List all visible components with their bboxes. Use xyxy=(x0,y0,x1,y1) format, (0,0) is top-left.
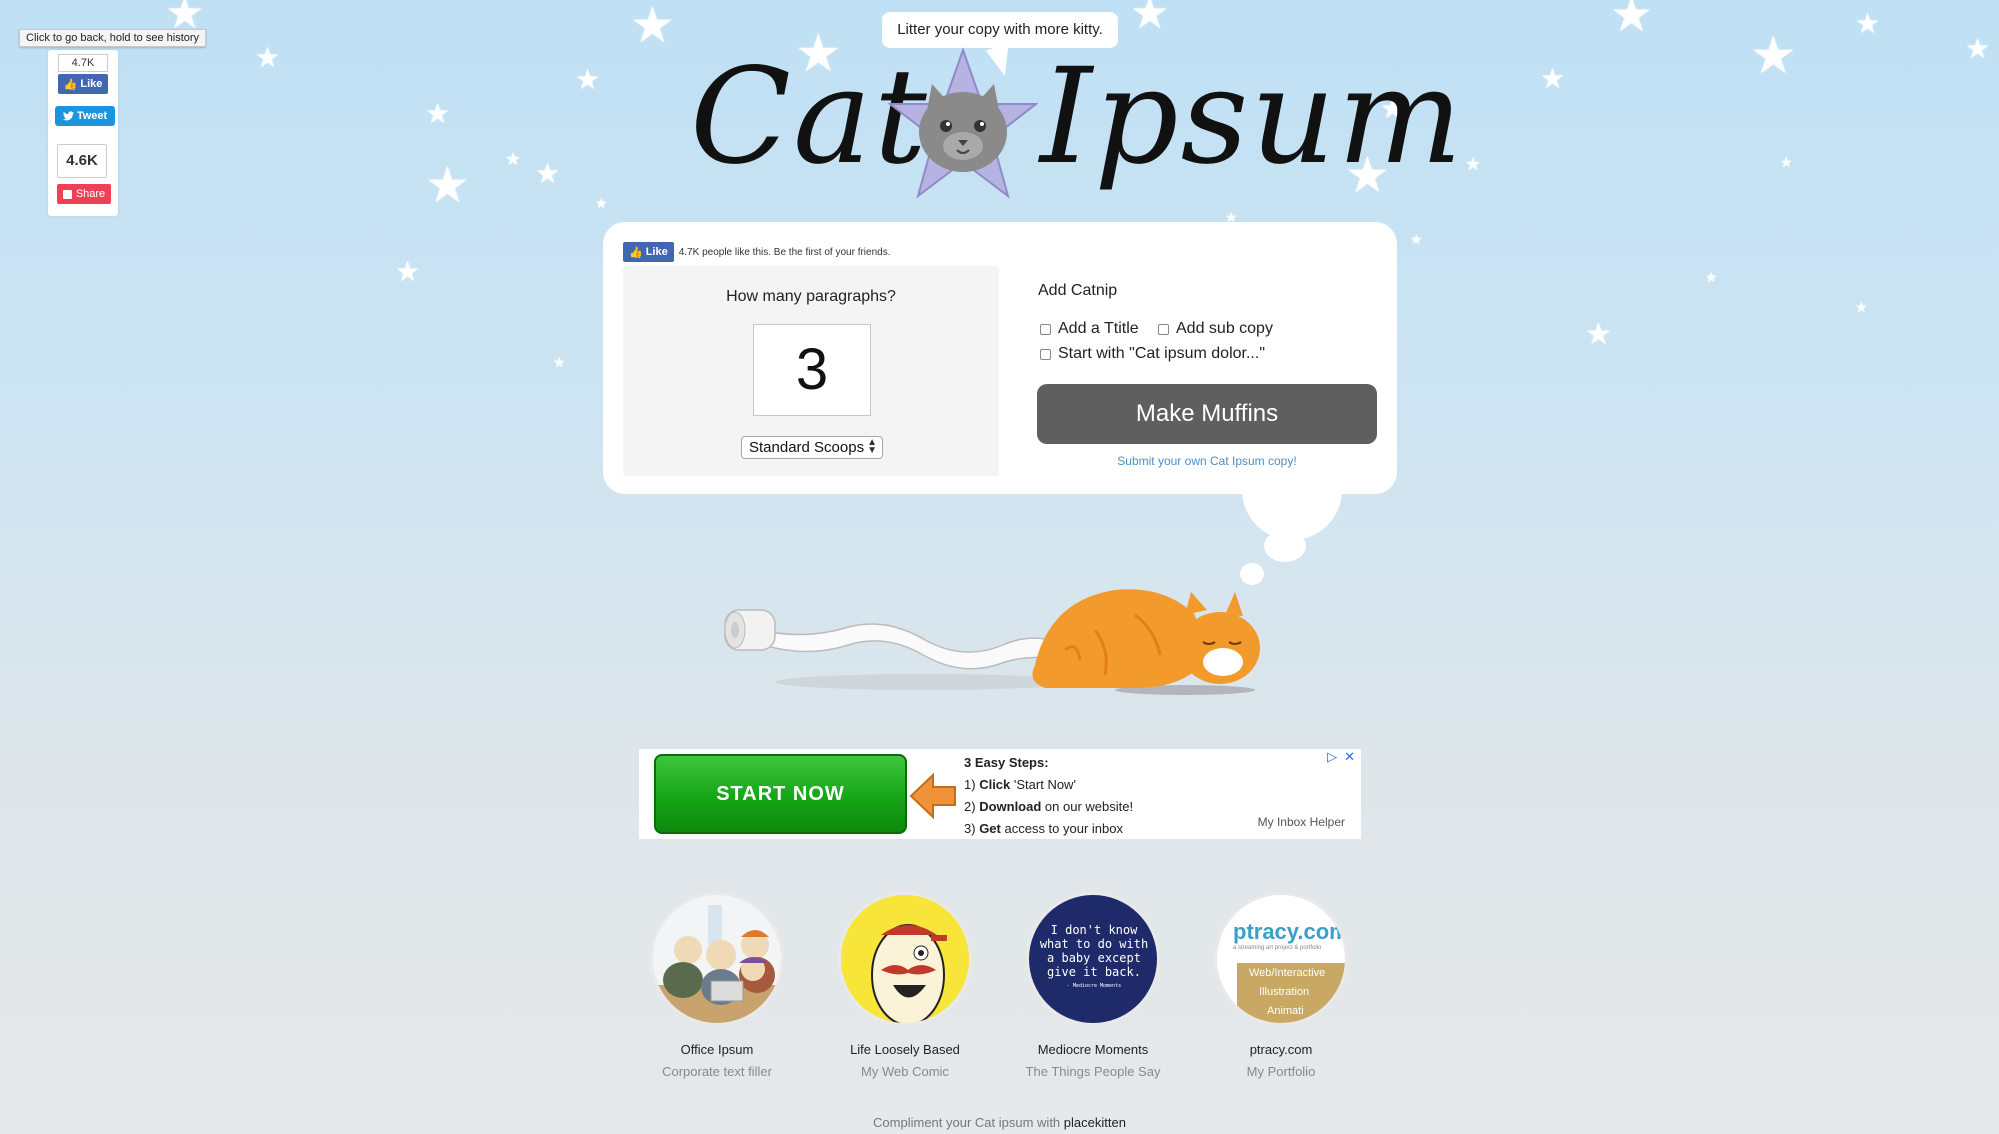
make-muffins-button[interactable]: Make Muffins xyxy=(1037,384,1377,444)
facebook-like-button[interactable]: 👍 Like xyxy=(58,74,108,94)
ad-step-1: 1) Click 'Start Now' xyxy=(964,777,1076,792)
ptracy-logo-text: ptracy.com xyxy=(1233,919,1348,944)
mediocre-moments-subtitle: The Things People Say xyxy=(1025,1064,1161,1079)
logo-text-ipsum: Ipsum xyxy=(1040,40,1465,194)
thought-bubble-large xyxy=(1242,470,1342,540)
office-ipsum-subtitle: Corporate text filler xyxy=(662,1064,772,1079)
footer: Compliment your Cat ipsum with placekitt… xyxy=(0,1115,1999,1130)
ad-step-3: 3) Get access to your inbox xyxy=(964,821,1123,836)
share-count: 4.6K xyxy=(57,144,107,178)
office-workers-image xyxy=(653,895,781,1023)
thought-bubble-medium xyxy=(1264,530,1306,562)
add-title-checkbox[interactable] xyxy=(1040,323,1051,335)
option-add-title[interactable]: Add a Ttitle xyxy=(1040,320,1139,338)
life-loosely-based-thumbnail[interactable] xyxy=(838,892,972,1026)
tweet-label: Tweet xyxy=(76,110,108,122)
facebook-like-button-small[interactable]: 👍 Like xyxy=(623,242,674,262)
scoop-size-select[interactable]: Standard Scoops ▲ ▼ xyxy=(741,436,883,459)
comic-character-image xyxy=(841,895,969,1023)
facebook-like-widget: 👍 Like 4.7K people like this. Be the fir… xyxy=(623,242,891,262)
cat-star-logo-icon xyxy=(888,46,1038,199)
ptracy-title[interactable]: ptracy.com xyxy=(1186,1042,1376,1057)
paragraph-options-panel: How many paragraphs? 3 Standard Scoops ▲… xyxy=(623,266,999,476)
add-subcopy-label: Add sub copy xyxy=(1176,320,1273,337)
mediocre-moments-quote: I don't know what to do with a baby exce… xyxy=(1039,923,1149,989)
life-loosely-based-title[interactable]: Life Loosely Based xyxy=(810,1042,1000,1057)
thumbs-up-icon: 👍 xyxy=(629,246,643,259)
ad-start-now-button[interactable]: START NOW xyxy=(654,754,907,834)
submit-copy-link[interactable]: Submit your own Cat Ipsum copy! xyxy=(1037,454,1377,468)
ad-steps-heading: 3 Easy Steps: xyxy=(964,755,1049,770)
ptracy-tagline: a streaming art project & portfolio xyxy=(1233,945,1322,951)
facebook-like-count: 4.7K xyxy=(58,54,108,72)
option-start-with[interactable]: Start with "Cat ipsum dolor..." xyxy=(1040,345,1265,363)
sleeping-cat-illustration xyxy=(724,589,1260,695)
start-with-checkbox[interactable] xyxy=(1040,348,1051,360)
facebook-like-label: Like xyxy=(645,246,668,258)
paragraph-count-input[interactable]: 3 xyxy=(753,324,871,416)
facebook-like-label: Like xyxy=(80,78,103,90)
ptracy-portfolio-thumbnail[interactable]: ptracy.com a streaming art project & por… xyxy=(1214,892,1348,1026)
ptracy-service-2: Illustration xyxy=(1259,986,1310,998)
footer-text: Compliment your Cat ipsum with xyxy=(873,1115,1061,1130)
ad-choices-icon[interactable]: ▷ xyxy=(1327,749,1337,765)
ptracy-service-3: Animati xyxy=(1267,1005,1304,1017)
placekitten-link[interactable]: placekitten xyxy=(1064,1115,1126,1130)
select-arrows-icon: ▲ ▼ xyxy=(867,437,877,456)
office-ipsum-thumbnail[interactable] xyxy=(650,892,784,1026)
ad-brand-name: My Inbox Helper xyxy=(1257,815,1345,829)
ptracy-service-1: Web/Interactive xyxy=(1249,967,1326,979)
thumbs-up-icon: 👍 xyxy=(63,78,78,91)
add-title-label: Add a Ttitle xyxy=(1058,320,1139,337)
advertisement-banner[interactable]: START NOW 3 Easy Steps: 1) Click 'Start … xyxy=(639,749,1361,839)
office-ipsum-title[interactable]: Office Ipsum xyxy=(622,1042,812,1057)
twitter-bird-icon xyxy=(62,111,74,121)
scoop-size-value: Standard Scoops xyxy=(749,439,865,456)
life-loosely-based-subtitle: My Web Comic xyxy=(861,1064,949,1079)
add-catnip-heading: Add Catnip xyxy=(1038,282,1118,299)
generator-card: 👍 Like 4.7K people like this. Be the fir… xyxy=(603,222,1397,494)
share-icon xyxy=(62,189,72,199)
mediocre-moments-title[interactable]: Mediocre Moments xyxy=(998,1042,1188,1057)
ad-step-2: 2) Download on our website! xyxy=(964,799,1134,814)
ad-choices[interactable]: ▷ ✕ xyxy=(1327,749,1355,765)
add-subcopy-checkbox[interactable] xyxy=(1158,323,1169,335)
share-label: Share xyxy=(75,188,106,200)
tweet-button[interactable]: Tweet xyxy=(55,106,115,126)
option-add-subcopy[interactable]: Add sub copy xyxy=(1158,320,1273,338)
ad-close-icon[interactable]: ✕ xyxy=(1344,749,1355,765)
start-with-label: Start with "Cat ipsum dolor..." xyxy=(1058,345,1265,362)
facebook-like-summary: 4.7K people like this. Be the first of y… xyxy=(678,246,891,258)
ad-steps-text: 3 Easy Steps: 1) Click 'Start Now' 2) Do… xyxy=(964,752,1133,840)
share-button[interactable]: Share xyxy=(57,184,111,204)
paragraphs-label: How many paragraphs? xyxy=(726,288,896,305)
mediocre-moments-thumbnail[interactable]: I don't know what to do with a baby exce… xyxy=(1026,892,1160,1026)
ptracy-subtitle: My Portfolio xyxy=(1246,1064,1316,1079)
back-button-tooltip: Click to go back, hold to see history xyxy=(19,29,207,47)
social-share-sidebar: 4.7K 👍 Like Tweet 4.6K Share xyxy=(48,50,118,216)
ad-arrow-icon xyxy=(909,772,956,820)
